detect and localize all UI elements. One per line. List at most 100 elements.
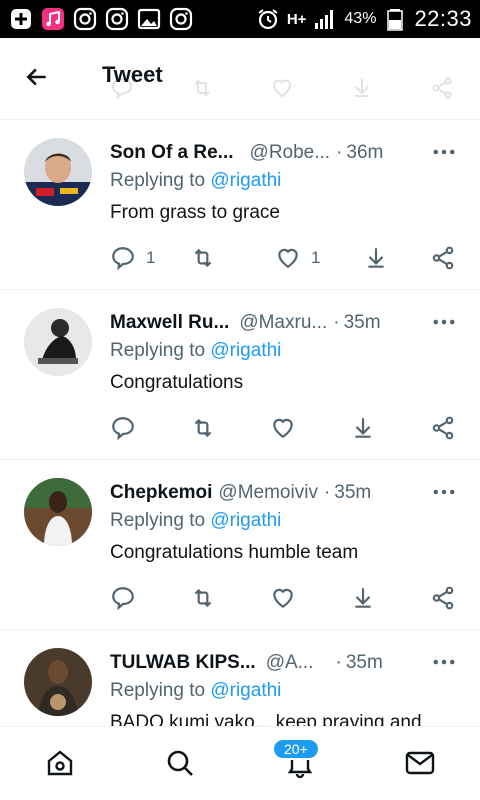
avatar[interactable] (24, 308, 92, 376)
download-icon (350, 76, 374, 100)
signal-icon (312, 6, 338, 32)
share-icon (432, 416, 454, 440)
battery-percent: 43% (344, 10, 377, 27)
music-app-icon (40, 6, 66, 32)
tweet-text: BADO kumi yako... keep praying and (110, 712, 422, 726)
author-handle[interactable]: @A... (266, 652, 314, 674)
author-handle[interactable]: @Maxru... (239, 312, 327, 334)
nav-messages[interactable] (402, 745, 438, 781)
share-icon (432, 246, 454, 270)
gallery-icon (136, 6, 162, 32)
replying-to: Replying to @rigathi (110, 680, 281, 702)
more-icon (433, 149, 455, 155)
status-bar: H+ 43% 22:33 (0, 0, 480, 38)
retweet-icon (194, 588, 212, 608)
author-name[interactable]: Son Of a Re... (110, 142, 234, 164)
mention-link[interactable]: @rigathi (210, 170, 281, 191)
avatar[interactable] (24, 478, 92, 546)
tweet-header-row: Maxwell Ru... @Maxru... · 35m (110, 310, 460, 336)
download-icon (355, 588, 371, 608)
tweet-item[interactable]: TULWAB KIPS... @A... · 35m Replying to @… (0, 630, 480, 726)
download-button[interactable] (350, 584, 376, 612)
more-icon (433, 319, 455, 325)
reply-button[interactable] (110, 414, 136, 442)
avatar[interactable] (24, 648, 92, 716)
tweet-actions: 1 1 (110, 244, 460, 272)
instagram-icon (72, 6, 98, 32)
mention-link[interactable]: @rigathi (210, 510, 281, 531)
tweet-item[interactable]: Son Of a Re... @Robe... · 36m Replying t… (0, 120, 480, 290)
more-options-button[interactable] (432, 142, 456, 162)
download-icon (368, 248, 384, 268)
more-icon (433, 489, 455, 495)
mention-link[interactable]: @rigathi (210, 340, 281, 361)
replying-to-label: Replying to (110, 680, 206, 701)
replies-feed[interactable]: Son Of a Re... @Robe... · 36m Replying t… (0, 120, 480, 726)
separator-dot: · (336, 142, 343, 163)
network-type: H+ (286, 10, 307, 28)
reply-count: 1 (146, 248, 156, 267)
reply-icon (112, 417, 134, 441)
more-icon (433, 659, 455, 665)
download-icon (355, 418, 371, 438)
separator-dot: · (333, 312, 340, 333)
author-name[interactable]: Maxwell Ru... (110, 312, 229, 334)
nav-home[interactable] (42, 745, 78, 781)
share-button[interactable] (430, 584, 456, 612)
tweet-time: 35m (343, 312, 381, 333)
like-count: 1 (311, 248, 321, 267)
download-button[interactable] (350, 414, 376, 442)
more-options-button[interactable] (432, 482, 456, 502)
instagram-icon (104, 6, 130, 32)
author-name[interactable]: Chepkemoi (110, 482, 212, 504)
author-name[interactable]: TULWAB KIPS... (110, 652, 256, 674)
mention-link[interactable]: @rigathi (210, 680, 281, 701)
download-button[interactable] (363, 244, 389, 272)
share-button[interactable] (430, 244, 456, 272)
clock: 22:33 (414, 6, 472, 31)
avatar[interactable] (24, 138, 92, 206)
more-options-button[interactable] (432, 312, 456, 332)
share-button[interactable] (430, 414, 456, 442)
like-button[interactable] (270, 414, 296, 442)
reply-button[interactable] (110, 584, 136, 612)
tweet-item[interactable]: Maxwell Ru... @Maxru... · 35m Replying t… (0, 290, 480, 460)
reply-button[interactable]: 1 (110, 244, 155, 272)
tweet-item[interactable]: Chepkemoi @Memoiviv · 35m Replying to @r… (0, 460, 480, 630)
separator-dot: · (335, 652, 342, 673)
bottom-nav: 20+ (0, 726, 480, 800)
replying-to-label: Replying to (110, 170, 206, 191)
like-icon (273, 588, 293, 608)
tweet-header-row: TULWAB KIPS... @A... · 35m (110, 650, 460, 676)
retweet-button[interactable] (190, 414, 216, 442)
like-button[interactable]: 1 (275, 244, 320, 272)
reply-icon (112, 587, 134, 611)
author-handle[interactable]: @Memoiviv (218, 482, 318, 504)
like-button[interactable] (270, 584, 296, 612)
back-button[interactable] (22, 62, 52, 92)
reply-icon (112, 247, 134, 271)
alarm-icon (255, 6, 281, 32)
mail-icon (405, 751, 435, 775)
tweet-header-row: Son Of a Re... @Robe... · 36m (110, 140, 460, 166)
replying-to: Replying to @rigathi (110, 170, 281, 192)
instagram-icon (168, 6, 194, 32)
search-icon (167, 750, 193, 776)
retweet-button[interactable] (190, 244, 216, 272)
replying-to: Replying to @rigathi (110, 340, 281, 362)
author-handle[interactable]: @Robe... (250, 142, 331, 164)
separator-dot: · (323, 482, 331, 503)
home-icon (47, 750, 73, 776)
like-icon (270, 76, 294, 100)
replying-to-label: Replying to (110, 340, 206, 361)
back-arrow-icon (26, 68, 46, 86)
more-options-button[interactable] (432, 652, 456, 672)
replying-to-label: Replying to (110, 510, 206, 531)
faded-action-bar (0, 76, 480, 102)
tweet-header: Tweet (0, 38, 480, 120)
battery-icon (382, 6, 408, 32)
like-icon (273, 418, 293, 438)
nav-search[interactable] (162, 745, 198, 781)
retweet-button[interactable] (190, 584, 216, 612)
add-icon (8, 6, 34, 32)
